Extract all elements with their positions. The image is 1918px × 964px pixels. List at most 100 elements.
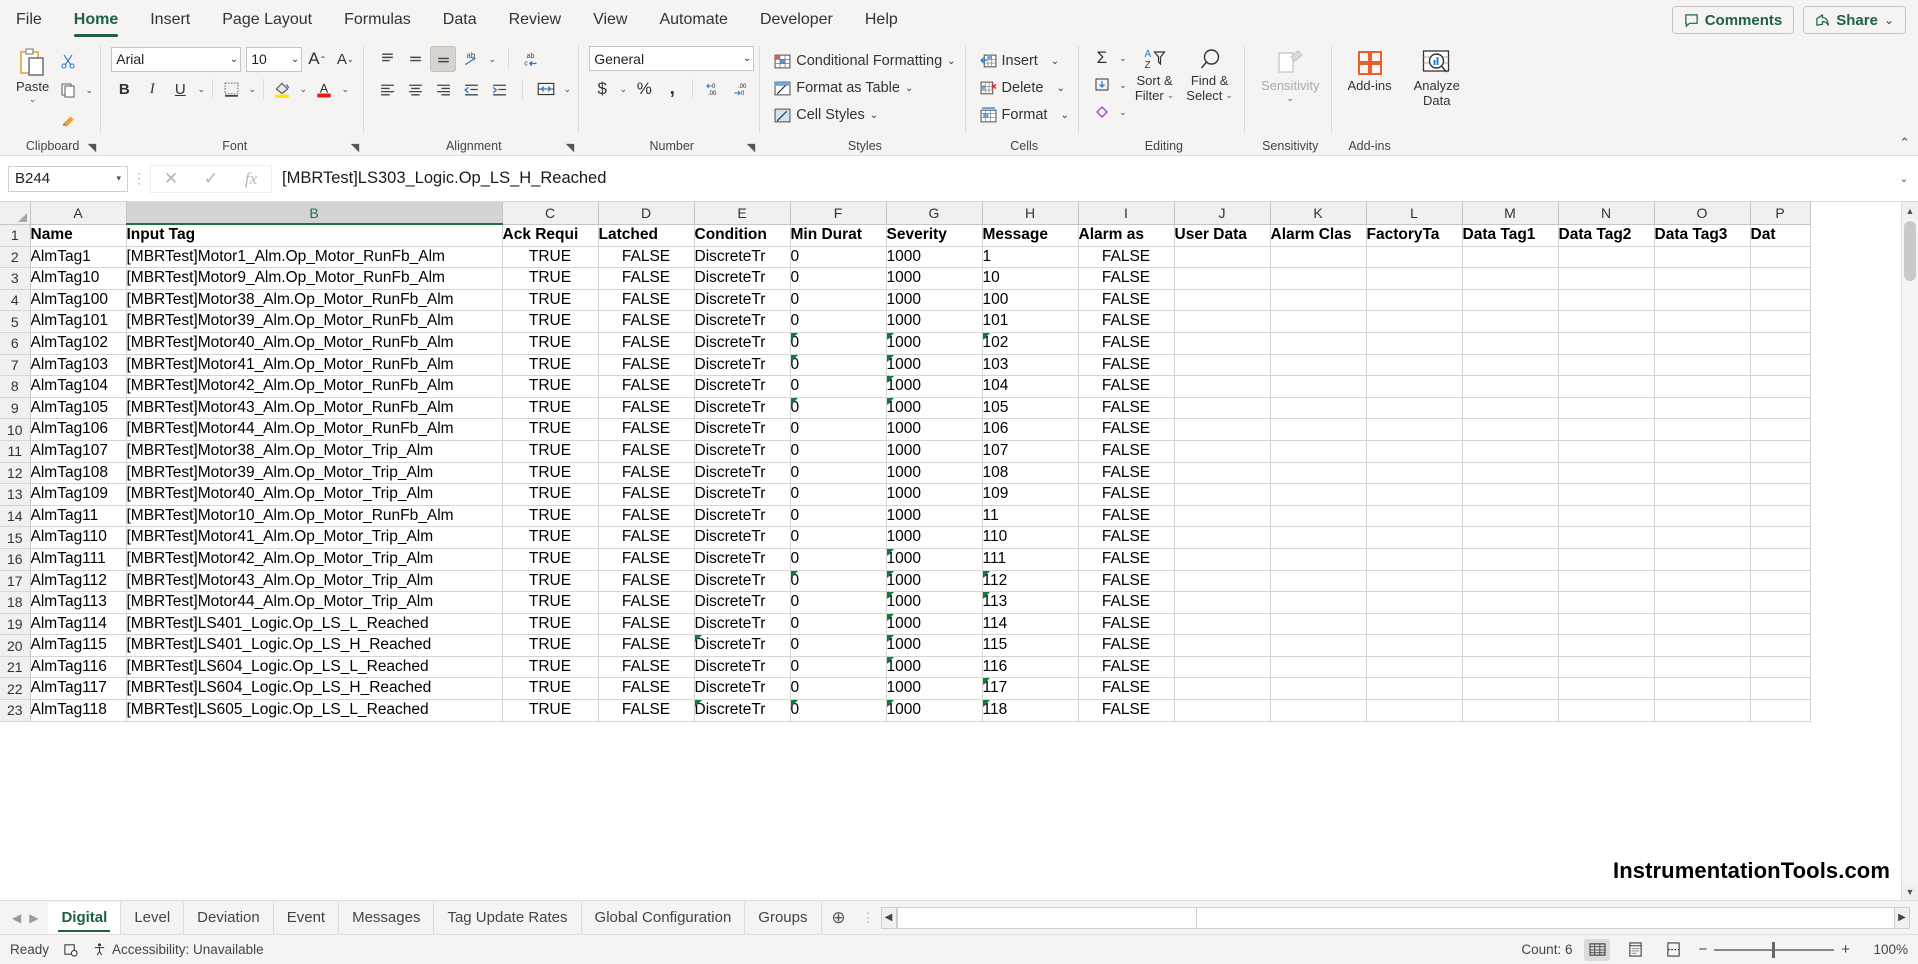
cell-G11[interactable]: 1000	[886, 440, 983, 463]
cell-D3[interactable]: FALSE	[598, 267, 695, 290]
ribbon-tab-data[interactable]: Data	[427, 0, 493, 40]
cell-empty[interactable]	[1654, 267, 1751, 290]
cell-F3[interactable]: 0	[790, 267, 887, 290]
cell-empty[interactable]	[1654, 375, 1751, 398]
row-header-23[interactable]: 23	[0, 699, 31, 722]
vertical-scrollbar[interactable]: ▲ ▼	[1901, 202, 1918, 900]
cell-empty[interactable]	[1654, 354, 1751, 377]
cell-empty[interactable]	[1462, 375, 1559, 398]
cell-I8[interactable]: FALSE	[1078, 375, 1175, 398]
cell-empty[interactable]	[1270, 656, 1367, 679]
cell-I14[interactable]: FALSE	[1078, 505, 1175, 528]
cell-G6[interactable]: 1000	[886, 332, 983, 355]
cell-H4[interactable]: 100	[982, 289, 1079, 312]
cell-empty[interactable]	[1654, 548, 1751, 571]
sheet-tab-event[interactable]: Event	[274, 901, 340, 934]
cell-H13[interactable]: 109	[982, 483, 1079, 506]
cell-empty[interactable]	[1558, 397, 1655, 420]
cell-empty[interactable]	[1270, 440, 1367, 463]
cell-I22[interactable]: FALSE	[1078, 677, 1175, 701]
column-header-g[interactable]: G	[886, 202, 983, 225]
cell-empty[interactable]	[1750, 634, 1811, 657]
cell-empty[interactable]	[1654, 591, 1751, 614]
cell-F16[interactable]: 0	[790, 548, 887, 571]
cell-empty[interactable]	[1654, 440, 1751, 463]
cell-F2[interactable]: 0	[790, 246, 887, 269]
cell-C17[interactable]: TRUE	[502, 570, 599, 593]
cell-empty[interactable]	[1174, 289, 1271, 312]
cell-empty[interactable]	[1558, 526, 1655, 549]
select-all-corner[interactable]	[0, 202, 31, 225]
cell-C3[interactable]: TRUE	[502, 267, 599, 290]
column-header-b[interactable]: B	[126, 202, 503, 225]
cell-empty[interactable]	[1750, 375, 1811, 398]
enter-entry-icon[interactable]: ✓	[191, 169, 231, 189]
cell-I11[interactable]: FALSE	[1078, 440, 1175, 463]
cell-B23[interactable]: [MBRTest]LS605_Logic.Op_LS_L_Reached	[126, 699, 503, 722]
column-header-c[interactable]: C	[502, 202, 599, 225]
cell-empty[interactable]	[1654, 677, 1751, 701]
cell-empty[interactable]	[1558, 613, 1655, 636]
insert-cells-button[interactable]: Insert ⌄	[976, 48, 1064, 74]
cell-empty[interactable]	[1654, 526, 1751, 549]
cell-F20[interactable]: 0	[790, 634, 887, 657]
cell-empty[interactable]	[1750, 418, 1811, 441]
cell-empty[interactable]	[1270, 591, 1367, 614]
cell-empty[interactable]	[1750, 440, 1811, 463]
cell-empty[interactable]	[1654, 483, 1751, 506]
wrap-text-button[interactable]: ab c	[519, 46, 545, 72]
cell-E17[interactable]: DiscreteTr	[694, 570, 791, 593]
cell-empty[interactable]	[1750, 354, 1811, 377]
cell-F8[interactable]: 0	[790, 375, 887, 398]
cell-empty[interactable]	[1462, 505, 1559, 528]
cell-B11[interactable]: [MBRTest]Motor38_Alm.Op_Motor_Trip_Alm	[126, 440, 503, 463]
cell-empty[interactable]	[1558, 267, 1655, 290]
cell-A3[interactable]: AlmTag10	[30, 267, 127, 290]
cell-empty[interactable]	[1750, 246, 1811, 269]
cell-H22[interactable]: 117	[982, 677, 1079, 701]
cell-E11[interactable]: DiscreteTr	[694, 440, 791, 463]
header-cell[interactable]: Severity	[886, 224, 983, 247]
cell-empty[interactable]	[1654, 246, 1751, 269]
align-center-button[interactable]	[402, 76, 428, 102]
next-sheet-icon[interactable]: ▶	[29, 911, 38, 925]
cell-empty[interactable]	[1462, 548, 1559, 571]
cell-B7[interactable]: [MBRTest]Motor41_Alm.Op_Motor_RunFb_Alm	[126, 354, 503, 377]
cell-empty[interactable]	[1462, 483, 1559, 506]
cell-empty[interactable]	[1174, 505, 1271, 528]
cell-B9[interactable]: [MBRTest]Motor43_Alm.Op_Motor_RunFb_Alm	[126, 397, 503, 420]
cell-G12[interactable]: 1000	[886, 462, 983, 485]
cell-I17[interactable]: FALSE	[1078, 570, 1175, 593]
zoom-in-button[interactable]: +	[1841, 941, 1850, 958]
borders-button[interactable]	[218, 76, 244, 102]
cell-D12[interactable]: FALSE	[598, 462, 695, 485]
cell-empty[interactable]	[1366, 677, 1463, 701]
row-header-21[interactable]: 21	[0, 656, 31, 679]
row-header-12[interactable]: 12	[0, 462, 31, 485]
cell-C5[interactable]: TRUE	[502, 310, 599, 333]
merge-and-center-button[interactable]	[533, 76, 559, 102]
italic-button[interactable]: I	[139, 76, 165, 102]
cell-B16[interactable]: [MBRTest]Motor42_Alm.Op_Motor_Trip_Alm	[126, 548, 503, 571]
cell-A22[interactable]: AlmTag117	[30, 677, 127, 701]
horizontal-scroll-thumb[interactable]	[896, 906, 1197, 929]
header-cell[interactable]: FactoryTa	[1366, 224, 1463, 247]
cell-H17[interactable]: 112	[982, 570, 1079, 593]
previous-sheet-icon[interactable]: ◀	[12, 911, 21, 925]
cell-H16[interactable]: 111	[982, 548, 1079, 571]
cell-empty[interactable]	[1750, 613, 1811, 636]
cell-B19[interactable]: [MBRTest]LS401_Logic.Op_LS_L_Reached	[126, 613, 503, 636]
column-header-a[interactable]: A	[30, 202, 127, 225]
cell-A4[interactable]: AlmTag100	[30, 289, 127, 312]
chevron-down-icon[interactable]: ⌄	[83, 77, 95, 103]
cell-B6[interactable]: [MBRTest]Motor40_Alm.Op_Motor_RunFb_Alm	[126, 332, 503, 355]
cell-empty[interactable]	[1462, 699, 1559, 722]
chevron-down-icon[interactable]: ⌄	[737, 53, 751, 64]
header-cell[interactable]: User Data	[1174, 224, 1271, 247]
cell-empty[interactable]	[1462, 354, 1559, 377]
header-cell[interactable]: Name	[30, 224, 127, 247]
ribbon-tab-developer[interactable]: Developer	[744, 0, 849, 40]
cell-empty[interactable]	[1366, 656, 1463, 679]
cell-empty[interactable]	[1558, 548, 1655, 571]
cell-H8[interactable]: 104	[982, 375, 1079, 398]
